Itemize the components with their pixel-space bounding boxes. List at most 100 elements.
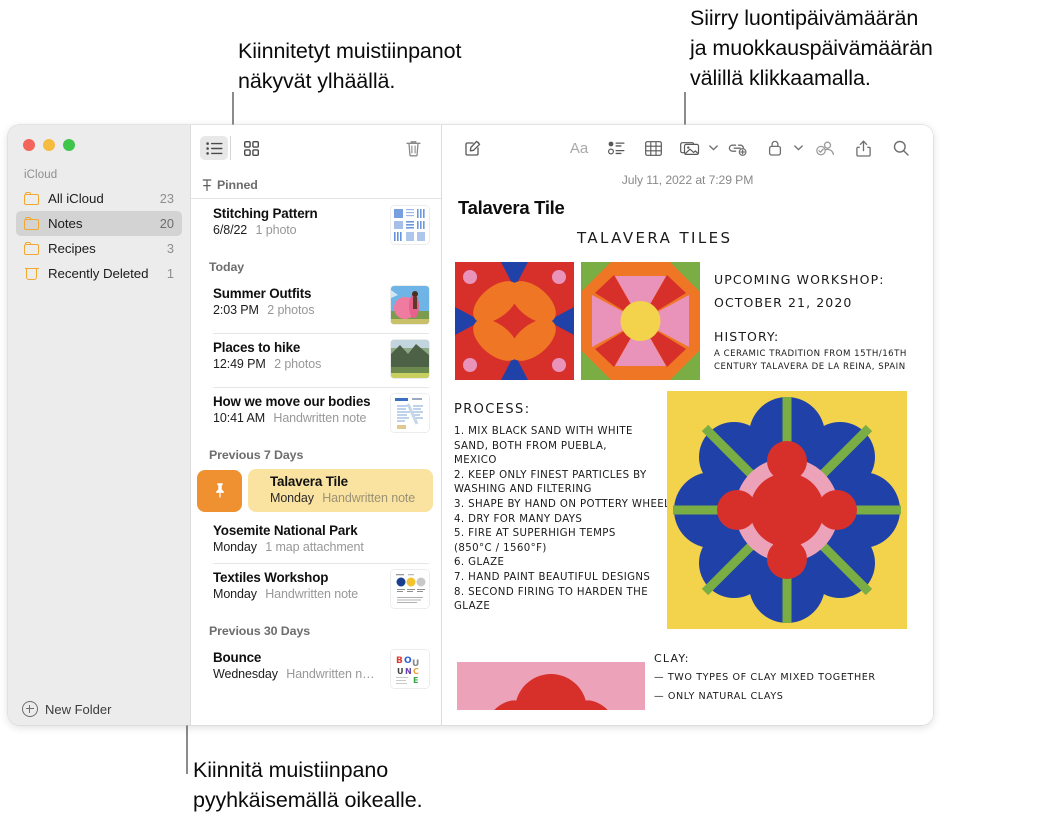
media-chevron-down-icon[interactable] <box>706 135 720 161</box>
delete-note-icon[interactable] <box>399 136 427 160</box>
note-meta: 2:03 PM 2 photos <box>213 303 383 317</box>
note-title: Textiles Workshop <box>213 570 329 585</box>
note-list-item-yosemite-national-park[interactable]: Yosemite National Park Monday 1 map atta… <box>191 516 441 563</box>
pin-note-button[interactable] <box>197 469 242 512</box>
checklist-icon[interactable] <box>600 135 632 161</box>
note-attachment-info: Handwritten note <box>273 411 367 425</box>
note-list-item-textiles-workshop[interactable]: Textiles Workshop Monday Handwritten not… <box>191 563 441 617</box>
sidebar-item-recipes[interactable]: Recipes 3 <box>16 236 182 261</box>
svg-text:E: E <box>413 676 418 685</box>
toolbar-divider <box>230 136 231 160</box>
note-title-heading: Talavera Tile <box>458 197 565 218</box>
handwritten-history-label: HISTORY: <box>714 329 780 344</box>
annotation-top-left: Kiinnitetyt muistiinpanot näkyvät ylhääl… <box>238 39 462 93</box>
note-thumbnail-places-to-hike <box>391 340 429 378</box>
group-header-previous-7-days: Previous 7 Days <box>209 448 304 462</box>
media-icon[interactable] <box>674 135 706 161</box>
note-list-item-places-to-hike[interactable]: Places to hike 12:49 PM 2 photos <box>191 333 441 387</box>
handwritten-history-line2: CENTURY TALAVERA DE LA REINA, SPAIN <box>714 362 906 372</box>
handwritten-process-label: PROCESS: <box>454 402 531 417</box>
share-icon[interactable] <box>847 135 879 161</box>
compose-icon[interactable] <box>456 135 488 161</box>
handwritten-clay-line2: — ONLY NATURAL CLAYS <box>654 691 784 702</box>
plus-circle-icon <box>22 701 38 717</box>
sidebar-item-count: 3 <box>166 241 174 256</box>
pin-icon <box>215 483 224 498</box>
annotation-bottom-left: Kiinnitä muistiinpano pyyhkäisemällä oik… <box>193 758 423 812</box>
note-list-item-stitching-pattern[interactable]: Stitching Pattern 6/8/22 1 photo <box>191 199 441 253</box>
notes-app-window: iCloud All iCloud 23 Notes 20 Recipes 3 … <box>8 125 933 725</box>
note-list-scroll[interactable]: Pinned Stitching Pattern 6/8/22 1 photo <box>191 171 441 725</box>
sidebar-item-count: 20 <box>159 216 174 231</box>
annotation-top-right: Siirry luontipäivämäärän ja muokkauspäiv… <box>690 6 933 90</box>
sidebar-section-label: iCloud <box>24 169 58 181</box>
note-date: Monday <box>213 587 257 601</box>
note-meta: 10:41 AM Handwritten note <box>213 411 383 425</box>
note-meta: 6/8/22 1 photo <box>213 223 383 237</box>
note-date: 10:41 AM <box>213 411 266 425</box>
sidebar-item-count: 1 <box>166 266 174 281</box>
lock-icon[interactable] <box>759 135 791 161</box>
leader-line-bottom-left <box>186 744 188 774</box>
note-detail-toolbar: Aa <box>442 125 933 171</box>
selected-note-card[interactable]: Talavera Tile Monday Handwritten note <box>248 469 433 512</box>
group-header-pinned: Pinned <box>191 171 441 199</box>
sidebar-item-label: All iCloud <box>48 191 104 206</box>
note-list-item-bounce[interactable]: Bounce Wednesday Handwritten n… B O U U … <box>191 643 441 697</box>
handwritten-process-steps: 1. MIX BLACK SAND WITH WHITE SAND, BOTH … <box>454 426 671 613</box>
pin-icon <box>202 179 212 191</box>
search-icon[interactable] <box>885 135 917 161</box>
window-controls <box>8 125 190 151</box>
svg-text:U: U <box>397 667 404 676</box>
add-link-icon[interactable] <box>721 135 753 161</box>
new-folder-button[interactable]: New Folder <box>8 693 190 725</box>
format-button[interactable]: Aa <box>563 135 595 161</box>
note-thumbnail-textiles-workshop <box>391 570 429 608</box>
note-thumbnail-summer-outfits <box>391 286 429 324</box>
note-list-pane: Pinned Stitching Pattern 6/8/22 1 photo <box>190 125 442 725</box>
note-attachment-info: Handwritten note <box>265 587 359 601</box>
svg-text:O: O <box>404 656 412 666</box>
collaborate-icon[interactable] <box>809 135 841 161</box>
handwritten-heading: TALAVERA TILES <box>577 229 733 247</box>
folder-icon <box>24 217 40 230</box>
note-list-item-summer-outfits[interactable]: Summer Outfits 2:03 PM 2 photos <box>191 279 441 333</box>
note-list-item-talavera-tile-selected[interactable]: Talavera Tile Monday Handwritten note <box>197 469 433 512</box>
note-date: 12:49 PM <box>213 357 266 371</box>
note-canvas[interactable]: TALAVERA TILES UPCOMING WORKSHOP: OCTOBE… <box>442 219 933 725</box>
handwritten-workshop-date: OCTOBER 21, 2020 <box>714 295 853 310</box>
note-meta: Monday 1 map attachment <box>213 540 429 554</box>
note-list-item-how-we-move-our-bodies[interactable]: How we move our bodies 10:41 AM Handwrit… <box>191 387 441 441</box>
minimize-button[interactable] <box>43 139 55 151</box>
table-icon[interactable] <box>637 135 669 161</box>
handwritten-history-line1: A CERAMIC TRADITION FROM 15TH/16TH <box>714 349 907 359</box>
sidebar-item-recently-deleted[interactable]: Recently Deleted 1 <box>16 261 182 286</box>
sidebar-item-count: 23 <box>159 191 174 206</box>
tile-illustration-pink-partial <box>457 662 645 710</box>
note-title: Stitching Pattern <box>213 206 318 221</box>
note-attachment-info: Handwritten n… <box>286 667 375 681</box>
list-view-icon[interactable] <box>200 136 228 160</box>
tile-illustration-flower <box>667 391 907 629</box>
maximize-button[interactable] <box>63 139 75 151</box>
svg-text:C: C <box>413 667 419 676</box>
note-attachment-info: Handwritten note <box>322 491 416 505</box>
note-date: 6/8/22 <box>213 223 248 237</box>
gallery-view-icon[interactable] <box>237 136 265 160</box>
sidebar-item-label: Notes <box>48 216 83 231</box>
new-folder-label: New Folder <box>45 701 112 717</box>
note-timestamp[interactable]: July 11, 2022 at 7:29 PM <box>442 173 933 187</box>
note-title: Places to hike <box>213 340 301 355</box>
sidebar-item-all-icloud[interactable]: All iCloud 23 <box>16 186 182 211</box>
close-button[interactable] <box>23 139 35 151</box>
sidebar-item-notes[interactable]: Notes 20 <box>16 211 182 236</box>
lock-chevron-down-icon[interactable] <box>791 135 805 161</box>
folder-icon <box>24 242 40 255</box>
note-attachment-info: 2 photos <box>267 303 315 317</box>
group-header-previous-30-days: Previous 30 Days <box>209 624 311 638</box>
handwritten-clay-line1: — TWO TYPES OF CLAY MIXED TOGETHER <box>654 672 876 683</box>
note-title: Talavera Tile <box>270 474 348 489</box>
sidebar: iCloud All iCloud 23 Notes 20 Recipes 3 … <box>8 125 190 725</box>
note-list-toolbar <box>191 125 441 171</box>
svg-text:N: N <box>405 667 412 676</box>
